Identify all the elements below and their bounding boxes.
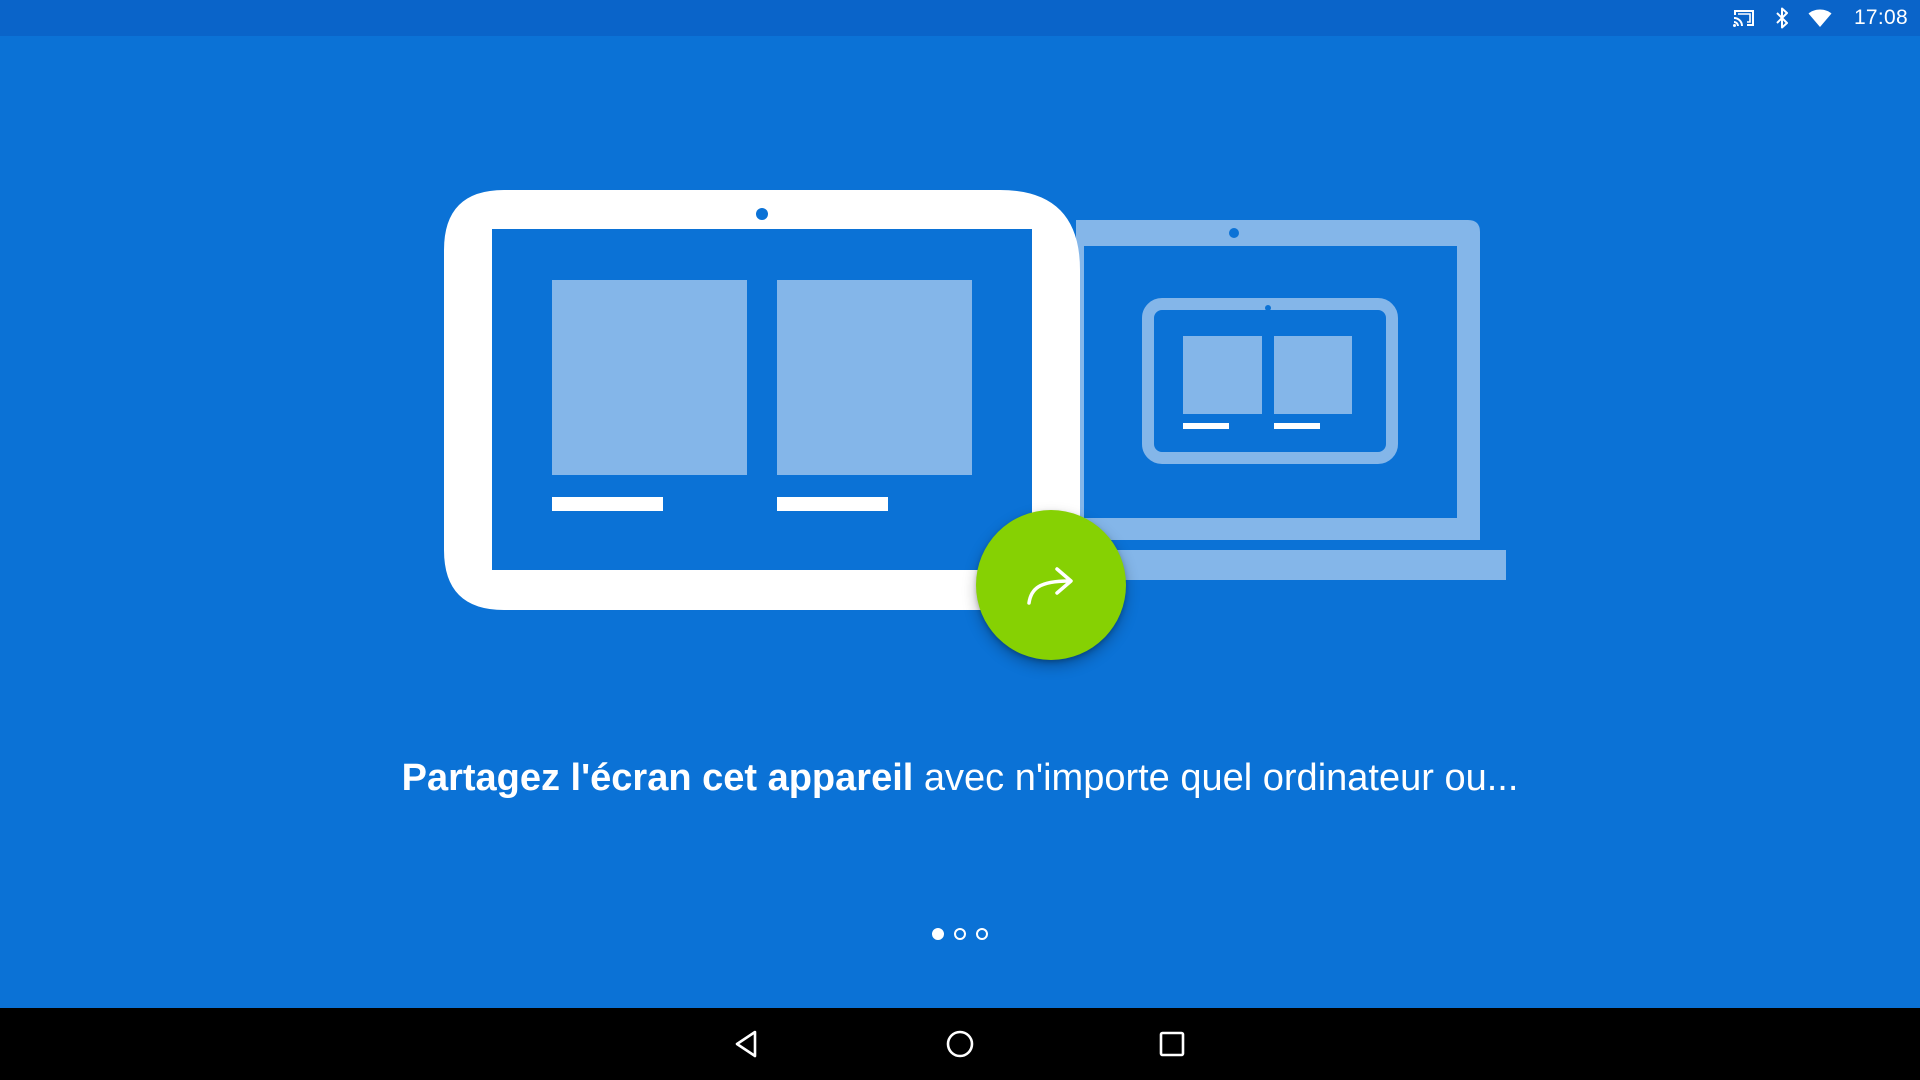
recents-button[interactable] [1148,1020,1196,1068]
onboarding-screen: 17:08 Partagez l'écran cet appareil avec… [0,0,1920,1080]
laptop-camera [1229,228,1239,238]
back-button[interactable] [723,1020,771,1068]
page-dot-3[interactable] [976,928,988,940]
home-icon [946,1030,974,1058]
page-dot-1[interactable] [932,928,944,940]
recents-icon [1159,1031,1185,1057]
tablet-caption-right [777,497,888,511]
back-icon [735,1030,757,1058]
navigation-bar [0,1008,1920,1080]
tablet-camera [756,208,768,220]
share-arrow-icon [1027,567,1073,605]
mirrored-tablet [1142,298,1398,464]
page-indicator [0,928,1920,940]
tablet-tile-left [552,280,747,475]
caption-regular-text: avec n'importe quel ordinateur ou... [913,757,1519,799]
home-button[interactable] [936,1020,984,1068]
tablet-frame [444,190,1080,610]
tablet-caption-left [552,497,663,511]
tablet-illustration [444,190,1080,610]
laptop-illustration [1076,220,1506,580]
caption-bold-text: Partagez l'écran cet appareil [401,757,914,799]
onboarding-caption: Partagez l'écran cet appareil avec n'imp… [0,748,1920,808]
tablet-tile-right [777,280,972,475]
share-button[interactable] [976,510,1126,660]
share-illustration [444,190,1506,610]
laptop-base [1076,550,1506,580]
page-dot-2[interactable] [954,928,966,940]
